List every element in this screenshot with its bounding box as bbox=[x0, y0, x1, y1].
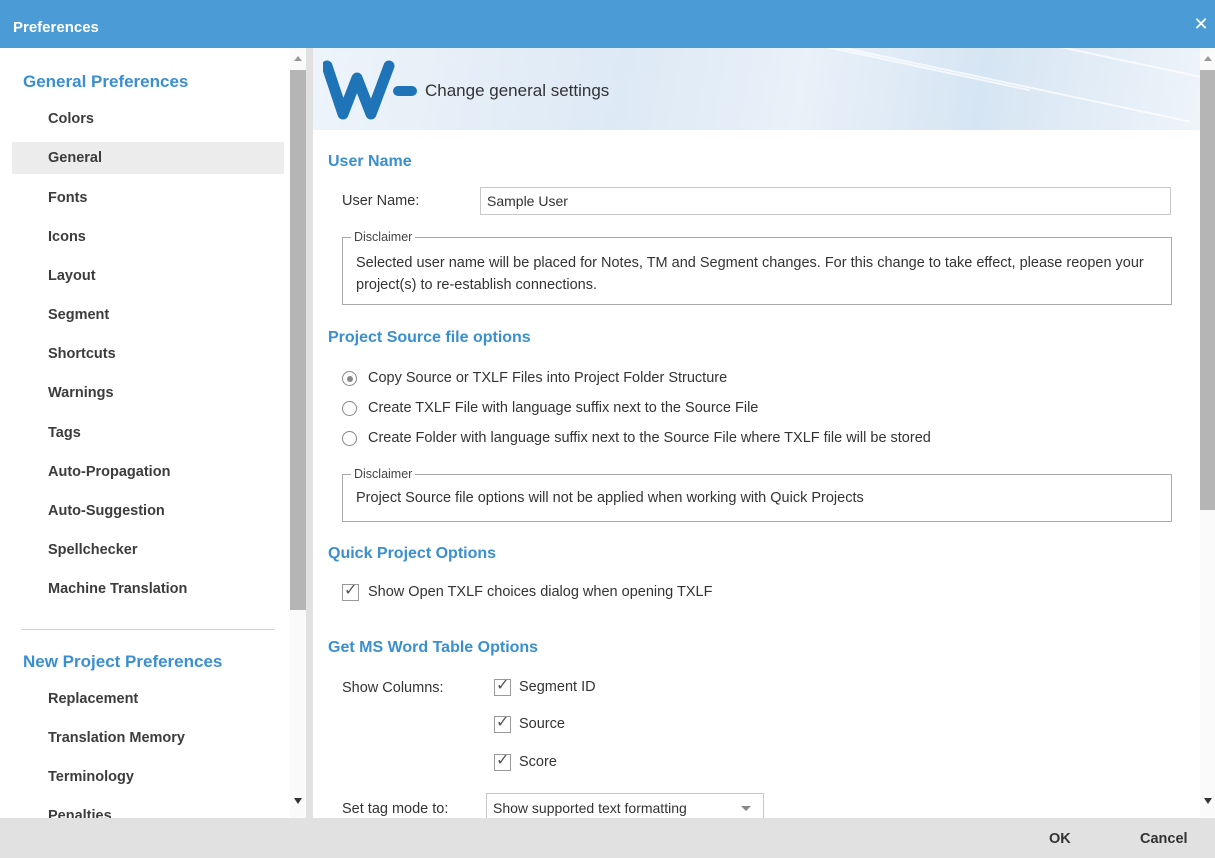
show-columns-label: Show Columns: bbox=[342, 680, 444, 696]
tag-mode-label: Set tag mode to: bbox=[342, 801, 449, 817]
radio-copy-source[interactable] bbox=[342, 371, 357, 386]
nav-item-fonts[interactable]: Fonts bbox=[12, 182, 284, 214]
window-title: Preferences bbox=[13, 19, 99, 36]
project-source-section-title: Project Source file options bbox=[328, 329, 531, 346]
check-icon: ✓ bbox=[496, 714, 510, 731]
wordfast-logo bbox=[321, 56, 419, 127]
nav-scrollbar[interactable] bbox=[290, 48, 306, 818]
check-icon: ✓ bbox=[344, 582, 358, 599]
score-label: Score bbox=[519, 754, 557, 770]
settings-scrollbar[interactable] bbox=[1200, 48, 1215, 818]
preferences-nav: General Preferences Colors General Fonts… bbox=[0, 48, 290, 818]
cancel-button[interactable]: Cancel bbox=[1140, 831, 1188, 847]
source-checkbox[interactable]: ✓ bbox=[494, 714, 511, 733]
nav-item-spellchecker[interactable]: Spellchecker bbox=[12, 534, 284, 566]
nav-item-icons[interactable]: Icons bbox=[12, 221, 284, 253]
pane-divider bbox=[306, 48, 313, 818]
nav-item-segment[interactable]: Segment bbox=[12, 299, 284, 331]
nav-scrollbar-thumb[interactable] bbox=[290, 70, 306, 610]
scroll-down-icon[interactable] bbox=[1204, 798, 1212, 804]
nav-item-layout[interactable]: Layout bbox=[12, 260, 284, 292]
disclaimer-text: Selected user name will be placed for No… bbox=[356, 255, 1144, 293]
segment-id-label: Segment ID bbox=[519, 679, 596, 695]
radio-folder-suffix[interactable] bbox=[342, 431, 357, 446]
user-name-label: User Name: bbox=[342, 193, 420, 209]
chevron-down-icon bbox=[741, 806, 751, 811]
tag-mode-select[interactable]: Show supported text formatting bbox=[486, 793, 764, 818]
banner-title: Change general settings bbox=[425, 81, 610, 100]
disclaimer-text: Project Source file options will not be … bbox=[356, 490, 864, 506]
user-name-input[interactable] bbox=[480, 187, 1171, 215]
quick-project-section-title: Quick Project Options bbox=[328, 545, 497, 562]
scroll-up-icon[interactable] bbox=[294, 56, 302, 61]
nav-item-penalties[interactable]: Penalties bbox=[12, 800, 284, 818]
scroll-up-icon[interactable] bbox=[1204, 56, 1212, 61]
nav-item-replacement[interactable]: Replacement bbox=[12, 683, 284, 715]
score-checkbox[interactable]: ✓ bbox=[494, 752, 511, 771]
radio-folder-suffix-label: Create Folder with language suffix next … bbox=[368, 430, 931, 446]
segment-id-checkbox[interactable]: ✓ bbox=[494, 677, 511, 696]
nav-item-auto-propagation[interactable]: Auto-Propagation bbox=[12, 456, 284, 488]
dialog-footer: OK Cancel bbox=[0, 818, 1215, 858]
nav-item-tags[interactable]: Tags bbox=[12, 417, 284, 449]
title-bar: Preferences ✕ bbox=[0, 0, 1215, 48]
nav-item-translation-memory[interactable]: Translation Memory bbox=[12, 722, 284, 754]
tag-mode-value: Show supported text formatting bbox=[493, 800, 687, 816]
settings-scrollbar-thumb[interactable] bbox=[1200, 70, 1215, 510]
user-name-disclaimer: Disclaimer Selected user name will be pl… bbox=[342, 230, 1172, 305]
project-source-disclaimer: Disclaimer Project Source file options w… bbox=[342, 467, 1172, 522]
radio-txlf-suffix-label: Create TXLF File with language suffix ne… bbox=[368, 400, 759, 416]
radio-copy-source-label: Copy Source or TXLF Files into Project F… bbox=[368, 370, 728, 386]
ok-button[interactable]: OK bbox=[1049, 831, 1071, 847]
ms-word-section-title: Get MS Word Table Options bbox=[328, 639, 539, 656]
disclaimer-legend: Disclaimer bbox=[351, 467, 416, 481]
show-open-txlf-checkbox[interactable]: ✓ bbox=[342, 582, 359, 601]
nav-item-shortcuts[interactable]: Shortcuts bbox=[12, 338, 284, 370]
nav-item-warnings[interactable]: Warnings bbox=[12, 377, 284, 409]
settings-banner: Change general settings bbox=[313, 48, 1200, 130]
show-open-txlf-label: Show Open TXLF choices dialog when openi… bbox=[368, 584, 713, 600]
nav-item-machine-translation[interactable]: Machine Translation bbox=[12, 573, 284, 605]
disclaimer-legend: Disclaimer bbox=[351, 230, 416, 244]
close-icon[interactable]: ✕ bbox=[1193, 15, 1209, 33]
user-name-section-title: User Name bbox=[328, 153, 412, 170]
nav-group-project-title: New Project Preferences bbox=[23, 652, 223, 671]
check-icon: ✓ bbox=[496, 677, 510, 694]
nav-group-general-title: General Preferences bbox=[23, 72, 189, 91]
nav-item-auto-suggestion[interactable]: Auto-Suggestion bbox=[12, 495, 284, 527]
source-label: Source bbox=[519, 716, 565, 732]
nav-item-general[interactable]: General bbox=[12, 142, 284, 174]
scroll-down-icon[interactable] bbox=[294, 798, 302, 804]
nav-item-colors[interactable]: Colors bbox=[12, 103, 284, 135]
settings-pane: Change general settings User Name User N… bbox=[313, 48, 1200, 818]
nav-item-terminology[interactable]: Terminology bbox=[12, 761, 284, 793]
nav-separator bbox=[22, 629, 274, 630]
check-icon: ✓ bbox=[496, 752, 510, 769]
radio-txlf-suffix[interactable] bbox=[342, 401, 357, 416]
